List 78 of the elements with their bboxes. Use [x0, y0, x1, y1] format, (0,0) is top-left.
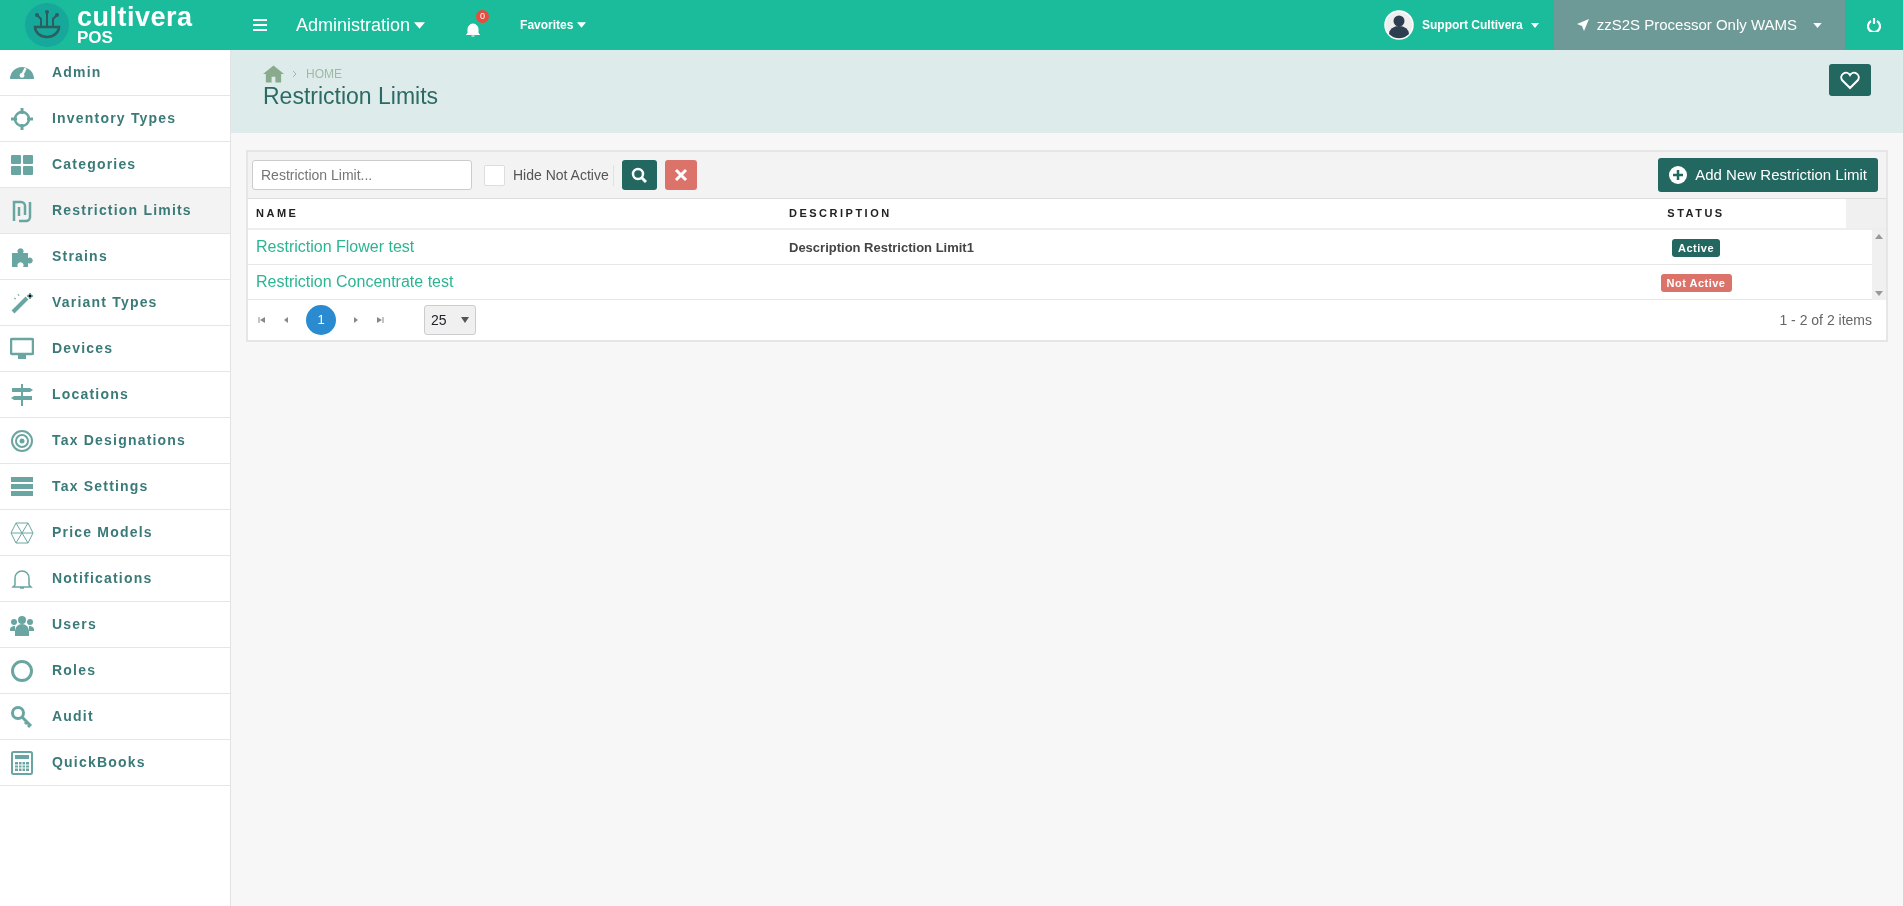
module-name: Administration — [296, 13, 411, 37]
caret-icon — [1813, 22, 1822, 28]
shekel-icon — [10, 198, 34, 223]
caret-icon — [1530, 22, 1539, 28]
column-header: DESCRIPTION — [789, 206, 893, 222]
sidebar-item[interactable]: Admin — [0, 50, 230, 96]
sidebar-item[interactable]: Audit — [0, 694, 230, 740]
calculator-icon — [10, 750, 34, 775]
location-arrow-icon — [1576, 19, 1589, 31]
scroll-down-icon[interactable] — [1875, 291, 1883, 296]
favorites-label: Favorites — [520, 17, 574, 34]
logo-text: cultivera — [77, 4, 193, 29]
plus-circle-icon — [1669, 166, 1688, 184]
sidebar-item[interactable]: Strains — [0, 234, 230, 280]
monitor-icon — [10, 336, 34, 361]
sidebar-item[interactable]: Restriction Limits — [0, 188, 230, 234]
sidebar-item[interactable]: Roles — [0, 648, 230, 694]
signpost-icon — [10, 382, 34, 407]
sidebar-item[interactable]: QuickBooks — [0, 740, 230, 786]
column-header: STATUS — [1666, 206, 1726, 222]
sidebar-item[interactable]: Variant Types — [0, 280, 230, 326]
home-icon[interactable] — [263, 64, 284, 83]
location-dropdown[interactable]: zzS2S Processor Only WAMS — [1553, 0, 1845, 50]
sidebar-item[interactable]: Notifications — [0, 556, 230, 602]
page-number[interactable]: 1 — [306, 305, 336, 335]
notification-button[interactable]: 0 — [466, 9, 490, 41]
heart-icon — [1840, 70, 1860, 90]
target-icon — [10, 428, 34, 453]
column-header: NAME — [255, 206, 300, 222]
sidebar-item[interactable]: Price Models — [0, 510, 230, 556]
magic-wand-icon — [10, 290, 34, 315]
add-button[interactable]: Add New Restriction Limit — [1658, 158, 1878, 192]
row-name-link[interactable]: Restriction Concentrate test — [256, 273, 454, 290]
next-page-icon[interactable] — [352, 316, 360, 324]
search-field[interactable]: Restriction Limit... — [252, 160, 472, 190]
caret-icon — [414, 21, 426, 29]
logo-subtitle: POS — [77, 28, 114, 46]
grid-icon — [10, 152, 34, 177]
hexagon-icon — [10, 520, 34, 545]
sidebar-item[interactable]: Tax Designations — [0, 418, 230, 464]
avatar-icon — [1384, 10, 1414, 40]
search-icon — [631, 167, 648, 183]
page-title: Restriction Limits — [263, 83, 439, 111]
bell-icon — [466, 21, 481, 37]
user-name: Support Cultivera — [1422, 17, 1523, 34]
clear-button[interactable] — [664, 160, 697, 190]
caret-icon — [577, 22, 587, 28]
pager-summary: 1 - 2 of 2 items — [1779, 310, 1872, 330]
menu-icon[interactable] — [253, 19, 267, 31]
status-label: Not Active — [1660, 274, 1732, 292]
sidebar-item[interactable]: Inventory Types — [0, 96, 230, 142]
status-label: Active — [1672, 239, 1720, 257]
caret-icon — [461, 317, 469, 323]
previous-page-icon[interactable] — [282, 316, 290, 324]
sidebar-item[interactable]: Locations — [0, 372, 230, 418]
server-icon — [10, 474, 34, 499]
page-size-dropdown[interactable]: 25 — [424, 305, 476, 335]
sidebar-item[interactable]: Devices — [0, 326, 230, 372]
sidebar-item[interactable]: Users — [0, 602, 230, 648]
row-name-link[interactable]: Restriction Flower test — [256, 238, 415, 255]
close-icon — [673, 168, 688, 182]
circle-icon — [10, 658, 34, 683]
description-text: Description Restriction Limit1 — [789, 240, 974, 255]
location-name: zzS2S Processor Only WAMS — [1596, 14, 1797, 35]
crosshair-icon — [10, 106, 34, 131]
scroll-up-icon[interactable] — [1875, 234, 1883, 239]
notification-badge: 0 — [476, 9, 490, 23]
search-button[interactable] — [621, 160, 657, 190]
favorite-button[interactable] — [1829, 64, 1871, 96]
checkbox[interactable] — [484, 164, 505, 186]
power-icon — [1867, 18, 1881, 32]
first-page-icon[interactable] — [258, 316, 266, 324]
chevron-icon — [292, 69, 298, 78]
key-icon — [10, 704, 34, 729]
last-page-icon[interactable] — [376, 316, 384, 324]
checkbox-label: Hide Not Active — [513, 164, 614, 186]
logo-icon — [25, 3, 69, 47]
sidebar-item[interactable]: Tax Settings — [0, 464, 230, 510]
